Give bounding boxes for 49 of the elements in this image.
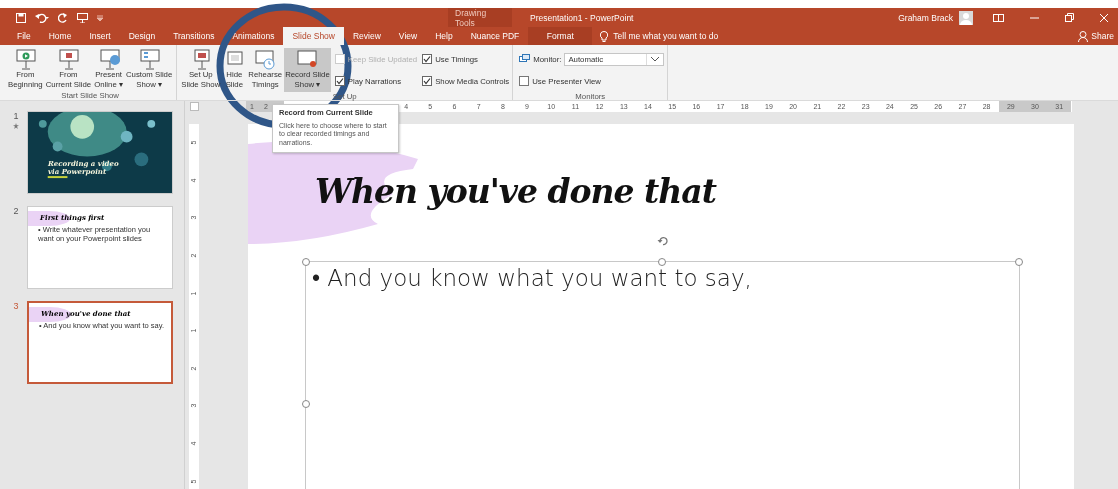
slide-number: 1 — [13, 111, 19, 121]
resize-handle[interactable] — [302, 400, 310, 408]
projector-slide-icon — [57, 49, 80, 70]
slide-number: 2 — [13, 206, 19, 216]
checkbox[interactable] — [519, 76, 530, 86]
ribbon-tab[interactable]: Insert — [80, 27, 120, 45]
bullet-text[interactable]: • And you know what you want to say, — [312, 265, 1019, 292]
projector-list-icon — [138, 49, 161, 70]
tell-me-search-field[interactable]: Tell me what you want to do — [613, 31, 719, 41]
record-icon — [296, 49, 319, 70]
checkbox[interactable] — [422, 76, 433, 86]
resize-handle[interactable] — [1015, 258, 1023, 266]
share-button[interactable]: Share — [1078, 30, 1114, 42]
ribbon-tab[interactable]: Animations — [223, 27, 284, 45]
presentation-icon[interactable] — [77, 12, 88, 23]
ribbon-tab[interactable]: Help — [426, 27, 462, 45]
checkbox[interactable] — [422, 54, 433, 64]
stopwatch-icon — [254, 49, 277, 70]
ribbon-tab[interactable]: Review — [344, 27, 390, 45]
projector-play-icon — [14, 49, 37, 70]
ribbon-tab[interactable]: Format — [528, 27, 593, 45]
person-icon — [1078, 30, 1089, 42]
ribbon-tab[interactable]: File — [8, 27, 40, 45]
ribbon-tab[interactable]: Transitions — [164, 27, 224, 45]
slide-number: 3 — [13, 301, 19, 311]
ribbon-tab[interactable]: Nuance PDF — [461, 27, 529, 45]
ribbon-tab[interactable]: Design — [119, 27, 165, 45]
window-title: Presentation1 - PowerPoint — [530, 12, 635, 23]
ribbon-tab[interactable]: Home — [39, 27, 81, 45]
monitor-icon — [519, 54, 531, 64]
slide-title[interactable]: When you've done that — [315, 172, 716, 211]
projector-globe-icon — [97, 49, 120, 70]
ribbon-display-icon[interactable] — [993, 13, 1004, 22]
rotate-handle-icon[interactable] — [657, 235, 669, 247]
ribbon-tab[interactable]: View — [389, 27, 427, 45]
redo-icon[interactable] — [58, 12, 68, 23]
restore-icon[interactable] — [1065, 13, 1074, 22]
save-icon[interactable] — [16, 12, 26, 23]
close-icon[interactable] — [1100, 13, 1108, 22]
contextual-tab-group-label: Drawing Tools — [448, 8, 512, 27]
customize-caret-icon[interactable] — [97, 14, 103, 21]
checkbox[interactable] — [334, 76, 345, 86]
user-name[interactable]: Graham Brack — [898, 12, 953, 23]
resize-handle[interactable] — [302, 258, 310, 266]
lightbulb-icon — [600, 30, 609, 42]
undo-icon[interactable] — [35, 12, 49, 23]
ribbon-tab[interactable]: Slide Show — [283, 27, 344, 45]
user-avatar-icon[interactable] — [959, 10, 973, 25]
resize-handle[interactable] — [658, 258, 666, 266]
